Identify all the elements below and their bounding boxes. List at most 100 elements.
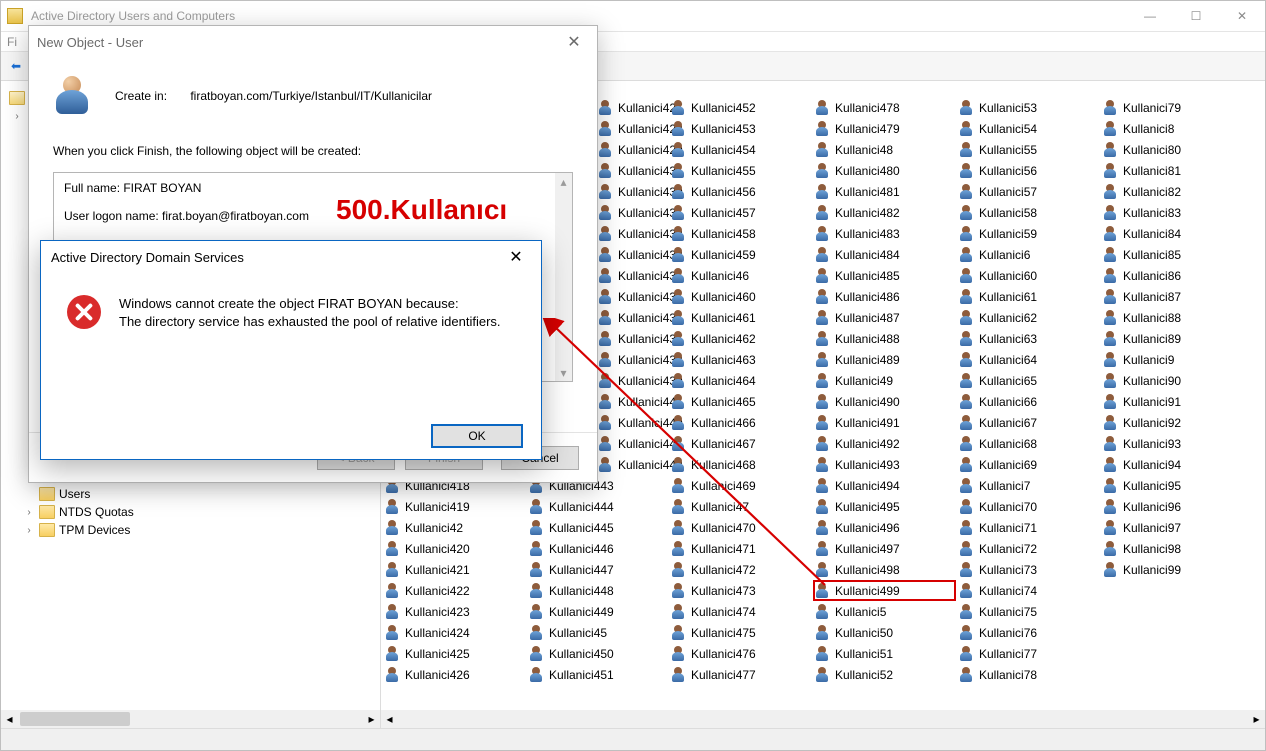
list-item[interactable]: Kullanici494: [813, 475, 956, 496]
maximize-button[interactable]: ☐: [1173, 1, 1219, 31]
back-icon[interactable]: ⬅: [5, 55, 27, 77]
list-item[interactable]: Kullanici484: [813, 244, 956, 265]
list-item[interactable]: Kullanici82: [1101, 181, 1244, 202]
list-item[interactable]: Kullanici462: [669, 328, 812, 349]
list-item[interactable]: Kullanici45: [527, 622, 670, 643]
scroll-left-icon[interactable]: ◂: [1, 711, 18, 728]
list-item[interactable]: Kullanici54: [957, 118, 1100, 139]
list-item[interactable]: Kullanici474: [669, 601, 812, 622]
list-item[interactable]: Kullanici84: [1101, 223, 1244, 244]
list-item[interactable]: Kullanici451: [527, 664, 670, 685]
list-item[interactable]: Kullanici464: [669, 370, 812, 391]
list-item[interactable]: Kullanici65: [957, 370, 1100, 391]
list-item[interactable]: Kullanici421: [383, 559, 526, 580]
list-item[interactable]: Kullanici47: [669, 496, 812, 517]
list-item[interactable]: Kullanici87: [1101, 286, 1244, 307]
list-item[interactable]: Kullanici79: [1101, 97, 1244, 118]
scroll-thumb[interactable]: [400, 712, 1246, 726]
list-item[interactable]: Kullanici68: [957, 433, 1100, 454]
close-icon[interactable]: ✕: [559, 27, 589, 57]
scroll-left-icon[interactable]: ◂: [381, 711, 398, 728]
list-item[interactable]: Kullanici51: [813, 643, 956, 664]
list-item[interactable]: Kullanici71: [957, 517, 1100, 538]
scroll-down-icon[interactable]: ▾: [555, 364, 572, 381]
list-item[interactable]: Kullanici77: [957, 643, 1100, 664]
list-item[interactable]: Kullanici455: [669, 160, 812, 181]
list-item[interactable]: Kullanici81: [1101, 160, 1244, 181]
list-item[interactable]: Kullanici497: [813, 538, 956, 559]
list-item[interactable]: Kullanici420: [383, 538, 526, 559]
list-item[interactable]: Kullanici94: [1101, 454, 1244, 475]
list-item[interactable]: Kullanici499: [813, 580, 956, 601]
list-item[interactable]: Kullanici42: [383, 517, 526, 538]
list-item[interactable]: Kullanici52: [813, 664, 956, 685]
list-item[interactable]: Kullanici473: [669, 580, 812, 601]
list-item[interactable]: Kullanici449: [527, 601, 670, 622]
menu-truncated[interactable]: Fi: [7, 35, 17, 49]
list-item[interactable]: Kullanici471: [669, 538, 812, 559]
list-item[interactable]: Kullanici479: [813, 118, 956, 139]
list-item[interactable]: Kullanici55: [957, 139, 1100, 160]
list-item[interactable]: Kullanici447: [527, 559, 670, 580]
list-item[interactable]: Kullanici477: [669, 664, 812, 685]
list-item[interactable]: Kullanici95: [1101, 475, 1244, 496]
list-item[interactable]: Kullanici5: [813, 601, 956, 622]
close-button[interactable]: ✕: [1219, 1, 1265, 31]
list-item[interactable]: Kullanici468: [669, 454, 812, 475]
list-item[interactable]: Kullanici78: [957, 664, 1100, 685]
list-item[interactable]: Kullanici495: [813, 496, 956, 517]
list-item[interactable]: Kullanici89: [1101, 328, 1244, 349]
list-item[interactable]: Kullanici99: [1101, 559, 1244, 580]
tree-h-scrollbar[interactable]: ◂ ▸: [1, 710, 380, 728]
list-item[interactable]: Kullanici50: [813, 622, 956, 643]
list-item[interactable]: Kullanici460: [669, 286, 812, 307]
list-item[interactable]: Kullanici86: [1101, 265, 1244, 286]
list-item[interactable]: Kullanici452: [669, 97, 812, 118]
list-item[interactable]: Kullanici461: [669, 307, 812, 328]
list-item[interactable]: Kullanici487: [813, 307, 956, 328]
list-item[interactable]: Kullanici72: [957, 538, 1100, 559]
list-item[interactable]: Kullanici472: [669, 559, 812, 580]
list-item[interactable]: Kullanici76: [957, 622, 1100, 643]
list-item[interactable]: Kullanici66: [957, 391, 1100, 412]
list-item[interactable]: Kullanici454: [669, 139, 812, 160]
list-item[interactable]: Kullanici419: [383, 496, 526, 517]
list-item[interactable]: Kullanici92: [1101, 412, 1244, 433]
list-item[interactable]: Kullanici465: [669, 391, 812, 412]
list-item[interactable]: Kullanici469: [669, 475, 812, 496]
summary-scrollbar[interactable]: ▴ ▾: [555, 173, 572, 381]
list-item[interactable]: Kullanici57: [957, 181, 1100, 202]
list-item[interactable]: Kullanici96: [1101, 496, 1244, 517]
list-item[interactable]: Kullanici90: [1101, 370, 1244, 391]
list-item[interactable]: Kullanici59: [957, 223, 1100, 244]
list-item[interactable]: Kullanici485: [813, 265, 956, 286]
list-item[interactable]: Kullanici445: [527, 517, 670, 538]
list-item[interactable]: Kullanici73: [957, 559, 1100, 580]
list-item[interactable]: Kullanici457: [669, 202, 812, 223]
list-item[interactable]: Kullanici8: [1101, 118, 1244, 139]
list-item[interactable]: Kullanici56: [957, 160, 1100, 181]
list-item[interactable]: Kullanici486: [813, 286, 956, 307]
list-item[interactable]: Kullanici423: [383, 601, 526, 622]
list-item[interactable]: Kullanici9: [1101, 349, 1244, 370]
list-item[interactable]: Kullanici60: [957, 265, 1100, 286]
list-item[interactable]: Kullanici422: [383, 580, 526, 601]
list-item[interactable]: Kullanici64: [957, 349, 1100, 370]
list-item[interactable]: Kullanici446: [527, 538, 670, 559]
list-item[interactable]: Kullanici450: [527, 643, 670, 664]
list-item[interactable]: Kullanici493: [813, 454, 956, 475]
tree-item[interactable]: ›NTDS Quotas: [5, 503, 376, 521]
minimize-button[interactable]: —: [1127, 1, 1173, 31]
list-item[interactable]: Kullanici62: [957, 307, 1100, 328]
list-item[interactable]: Kullanici475: [669, 622, 812, 643]
list-item[interactable]: Kullanici63: [957, 328, 1100, 349]
list-item[interactable]: Kullanici70: [957, 496, 1100, 517]
list-item[interactable]: Kullanici476: [669, 643, 812, 664]
list-item[interactable]: Kullanici444: [527, 496, 670, 517]
list-h-scrollbar[interactable]: ◂ ▸: [381, 710, 1265, 728]
list-item[interactable]: Kullanici93: [1101, 433, 1244, 454]
list-item[interactable]: Kullanici7: [957, 475, 1100, 496]
list-item[interactable]: Kullanici463: [669, 349, 812, 370]
list-item[interactable]: Kullanici470: [669, 517, 812, 538]
list-item[interactable]: Kullanici424: [383, 622, 526, 643]
